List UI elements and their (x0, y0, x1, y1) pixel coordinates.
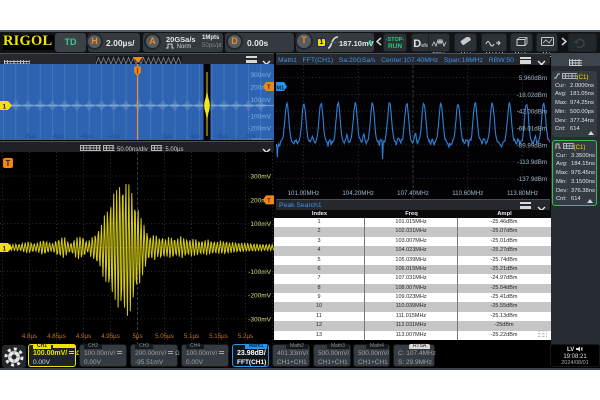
svg-text:M1: M1 (277, 85, 285, 91)
svg-text:T: T (6, 159, 11, 168)
svg-text:-42.00dBm: -42.00dBm (517, 109, 547, 116)
svg-text:-113.9dBm: -113.9dBm (517, 159, 547, 166)
svg-text:6µs: 6µs (218, 134, 228, 140)
svg-text:1: 1 (3, 246, 7, 253)
svg-text:-6µs: -6µs (52, 134, 64, 140)
svg-text:107.40MHz: 107.40MHz (397, 190, 429, 197)
svg-text:5.960dBm: 5.960dBm (519, 75, 547, 82)
svg-text:8µs: 8µs (246, 134, 256, 140)
svg-text:T: T (267, 198, 271, 204)
svg-text:4.95µs: 4.95µs (101, 333, 120, 340)
svg-text:1: 1 (3, 104, 7, 111)
svg-text:104.20MHz: 104.20MHz (342, 190, 374, 197)
svg-text:300mV: 300mV (250, 72, 271, 79)
svg-text:100mV: 100mV (250, 221, 271, 228)
svg-text:-18.02dBm: -18.02dBm (517, 92, 547, 99)
svg-text:300mV: 300mV (250, 174, 271, 181)
svg-text:T: T (267, 85, 271, 91)
svg-text:-66.01dBm: -66.01dBm (517, 126, 547, 133)
svg-text:4.85µs: 4.85µs (47, 333, 66, 340)
svg-text:4.8µs: 4.8µs (22, 333, 37, 340)
svg-text:-100mV: -100mV (248, 114, 271, 121)
svg-text:-200mV: -200mV (248, 293, 271, 300)
svg-text:4.9µs: 4.9µs (76, 333, 91, 340)
svg-text:5.1µs: 5.1µs (184, 333, 199, 340)
svg-text:-89.99dBm: -89.99dBm (517, 142, 547, 149)
svg-text:5.05µs: 5.05µs (155, 333, 174, 340)
svg-text:5.15µs: 5.15µs (209, 333, 228, 340)
svg-text:5µs: 5µs (132, 333, 142, 340)
svg-text:-2µs: -2µs (108, 134, 120, 140)
svg-text:-300mV: -300mV (248, 316, 271, 323)
svg-text:100mV: 100mV (250, 97, 271, 104)
svg-text:2µs: 2µs (162, 134, 172, 140)
svg-text:-4µs: -4µs (80, 134, 92, 140)
svg-text:-100mV: -100mV (248, 269, 271, 276)
svg-text:5.2µs: 5.2µs (238, 333, 253, 340)
svg-text:-137.9dBm: -137.9dBm (517, 176, 547, 183)
svg-text:-8µs: -8µs (24, 134, 36, 140)
svg-text:4µs: 4µs (190, 134, 200, 140)
svg-text:110.60MHz: 110.60MHz (452, 190, 483, 197)
svg-text:113.80MHz: 113.80MHz (507, 190, 538, 197)
svg-text:-200mV: -200mV (248, 126, 271, 133)
svg-text:101.00MHz: 101.00MHz (288, 190, 320, 197)
